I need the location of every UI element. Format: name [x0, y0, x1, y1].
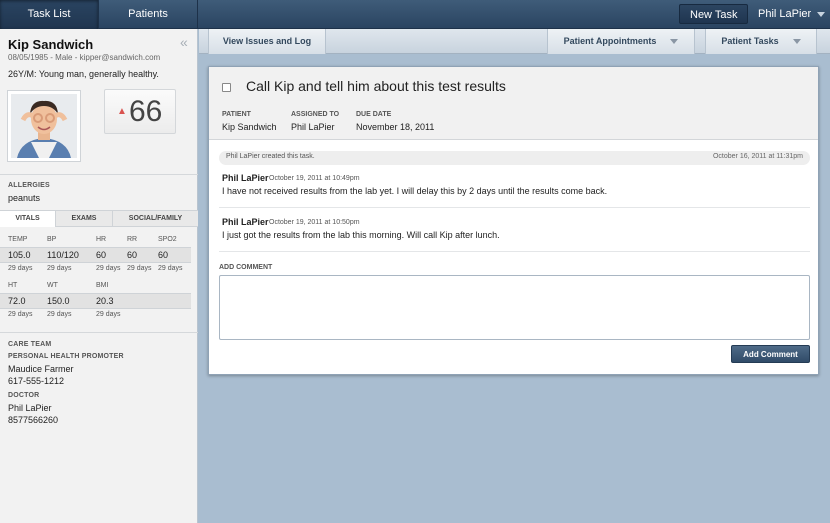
add-comment-label: ADD COMMENT — [219, 264, 273, 271]
vital-age-ht: 29 days — [8, 311, 33, 318]
allergies-label: ALLERGIES — [8, 182, 50, 189]
patient-appointments-dropdown[interactable]: Patient Appointments — [547, 29, 695, 54]
vital-age-bmi: 29 days — [96, 311, 121, 318]
comment-author: Phil LaPier — [222, 173, 269, 183]
vital-label-ht: HT — [8, 282, 18, 289]
vital-value-rr: 60 — [127, 250, 138, 260]
chevron-down-icon — [670, 39, 679, 45]
assigned-label: ASSIGNED TO — [291, 111, 340, 118]
sub-nav: View Issues and Log Patient Appointments… — [199, 29, 830, 54]
tab-task-list[interactable]: Task List — [0, 0, 99, 29]
vitals-tabs: VITALS EXAMS SOCIAL/FAMILY — [0, 210, 198, 227]
vital-label-bp: BP — [47, 236, 57, 243]
vital-value-temp: 105.0 — [8, 250, 31, 260]
patient-sidebar: Kip Sandwich « 08/05/1985 - Male - kippe… — [0, 29, 198, 523]
task-created-note: Phil LaPier created this task. October 1… — [219, 151, 810, 165]
collapse-sidebar-icon[interactable]: « — [180, 34, 188, 50]
chevron-down-icon — [792, 39, 801, 45]
doctor-label: DOCTOR — [8, 392, 40, 399]
promoter-phone[interactable]: 617-555-1212 — [8, 376, 64, 386]
comment-author: Phil LaPier — [222, 217, 269, 227]
promoter-name: Maudice Farmer — [8, 364, 74, 374]
comment-time: October 19, 2011 at 10:49pm — [269, 175, 360, 182]
task-title: Call Kip and tell him about this test re… — [246, 78, 506, 94]
patient-tasks-dropdown[interactable]: Patient Tasks — [705, 29, 817, 54]
vital-value-bmi: 20.3 — [96, 296, 114, 306]
vital-value-hr: 60 — [96, 250, 107, 260]
add-comment-button[interactable]: Add Comment — [731, 345, 810, 363]
health-score-value: 66 — [129, 95, 163, 128]
vital-age-temp: 29 days — [8, 265, 33, 272]
appointments-label: Patient Appointments — [563, 36, 657, 46]
task-complete-checkbox[interactable] — [222, 83, 231, 92]
vital-value-ht: 72.0 — [8, 296, 26, 306]
patient-label: PATIENT — [222, 111, 251, 118]
vital-label-bmi: BMI — [96, 282, 109, 289]
comment-body: I have not received results from the lab… — [222, 186, 608, 196]
avatar — [11, 94, 77, 158]
tab-patients[interactable]: Patients — [99, 0, 198, 29]
tab-vitals[interactable]: VITALS — [0, 211, 56, 227]
created-note-text: Phil LaPier created this task. — [226, 153, 315, 160]
vital-value-wt: 150.0 — [47, 296, 70, 306]
doctor-phone[interactable]: 8577566260 — [8, 415, 58, 425]
vital-age-spo2: 29 days — [158, 265, 183, 272]
assigned-value: Phil LaPier — [291, 122, 335, 132]
vital-value-spo2: 60 — [158, 250, 169, 260]
user-menu[interactable]: Phil LaPier — [758, 0, 826, 29]
vital-value-bp: 110/120 — [47, 250, 79, 260]
trend-up-icon: ▲ — [117, 106, 127, 117]
vital-age-hr: 29 days — [96, 265, 121, 272]
due-date-label: DUE DATE — [356, 111, 392, 118]
comment-body: I just got the results from the lab this… — [222, 230, 500, 240]
vital-label-rr: RR — [127, 236, 138, 243]
vital-age-wt: 29 days — [47, 311, 72, 318]
add-comment-field[interactable] — [219, 275, 810, 340]
patient-info: 08/05/1985 - Male - kipper@sandwich.com — [8, 53, 161, 62]
vital-age-rr: 29 days — [127, 265, 152, 272]
vital-label-spo2: SPO2 — [158, 236, 177, 243]
allergies-value: peanuts — [8, 193, 41, 203]
created-note-time: October 16, 2011 at 11:31pm — [712, 153, 803, 160]
comment-time: October 19, 2011 at 10:50pm — [269, 219, 360, 226]
divider — [219, 251, 810, 252]
tasks-label: Patient Tasks — [721, 36, 779, 46]
new-task-button[interactable]: New Task — [679, 4, 749, 24]
patient-value[interactable]: Kip Sandwich — [222, 122, 277, 132]
user-name: Phil LaPier — [758, 8, 812, 20]
patient-summary: 26Y/M: Young man, generally healthy. — [8, 69, 159, 79]
doctor-name: Phil LaPier — [8, 403, 52, 413]
vital-label-temp: TEMP — [8, 236, 28, 243]
top-bar: Task List Patients New Task Phil LaPier — [0, 0, 830, 29]
due-date-value: November 18, 2011 — [356, 122, 435, 132]
chevron-down-icon — [817, 11, 826, 17]
patient-photo — [7, 90, 81, 162]
vital-label-wt: WT — [47, 282, 58, 289]
patient-name: Kip Sandwich — [8, 37, 94, 52]
divider — [219, 207, 810, 208]
tab-social-family[interactable]: SOCIAL/FAMILY — [113, 211, 198, 227]
vital-age-bp: 29 days — [47, 265, 72, 272]
task-header: Call Kip and tell him about this test re… — [209, 67, 818, 140]
view-issues-button[interactable]: View Issues and Log — [208, 29, 326, 54]
promoter-label: PERSONAL HEALTH PROMOTER — [8, 353, 124, 360]
vital-label-hr: HR — [96, 236, 107, 243]
divider — [0, 332, 198, 333]
divider — [0, 174, 198, 175]
tab-exams[interactable]: EXAMS — [56, 211, 113, 227]
task-card: Call Kip and tell him about this test re… — [208, 66, 819, 375]
health-score: ▲ 66 — [104, 89, 176, 134]
care-team-label: CARE TEAM — [8, 341, 52, 348]
